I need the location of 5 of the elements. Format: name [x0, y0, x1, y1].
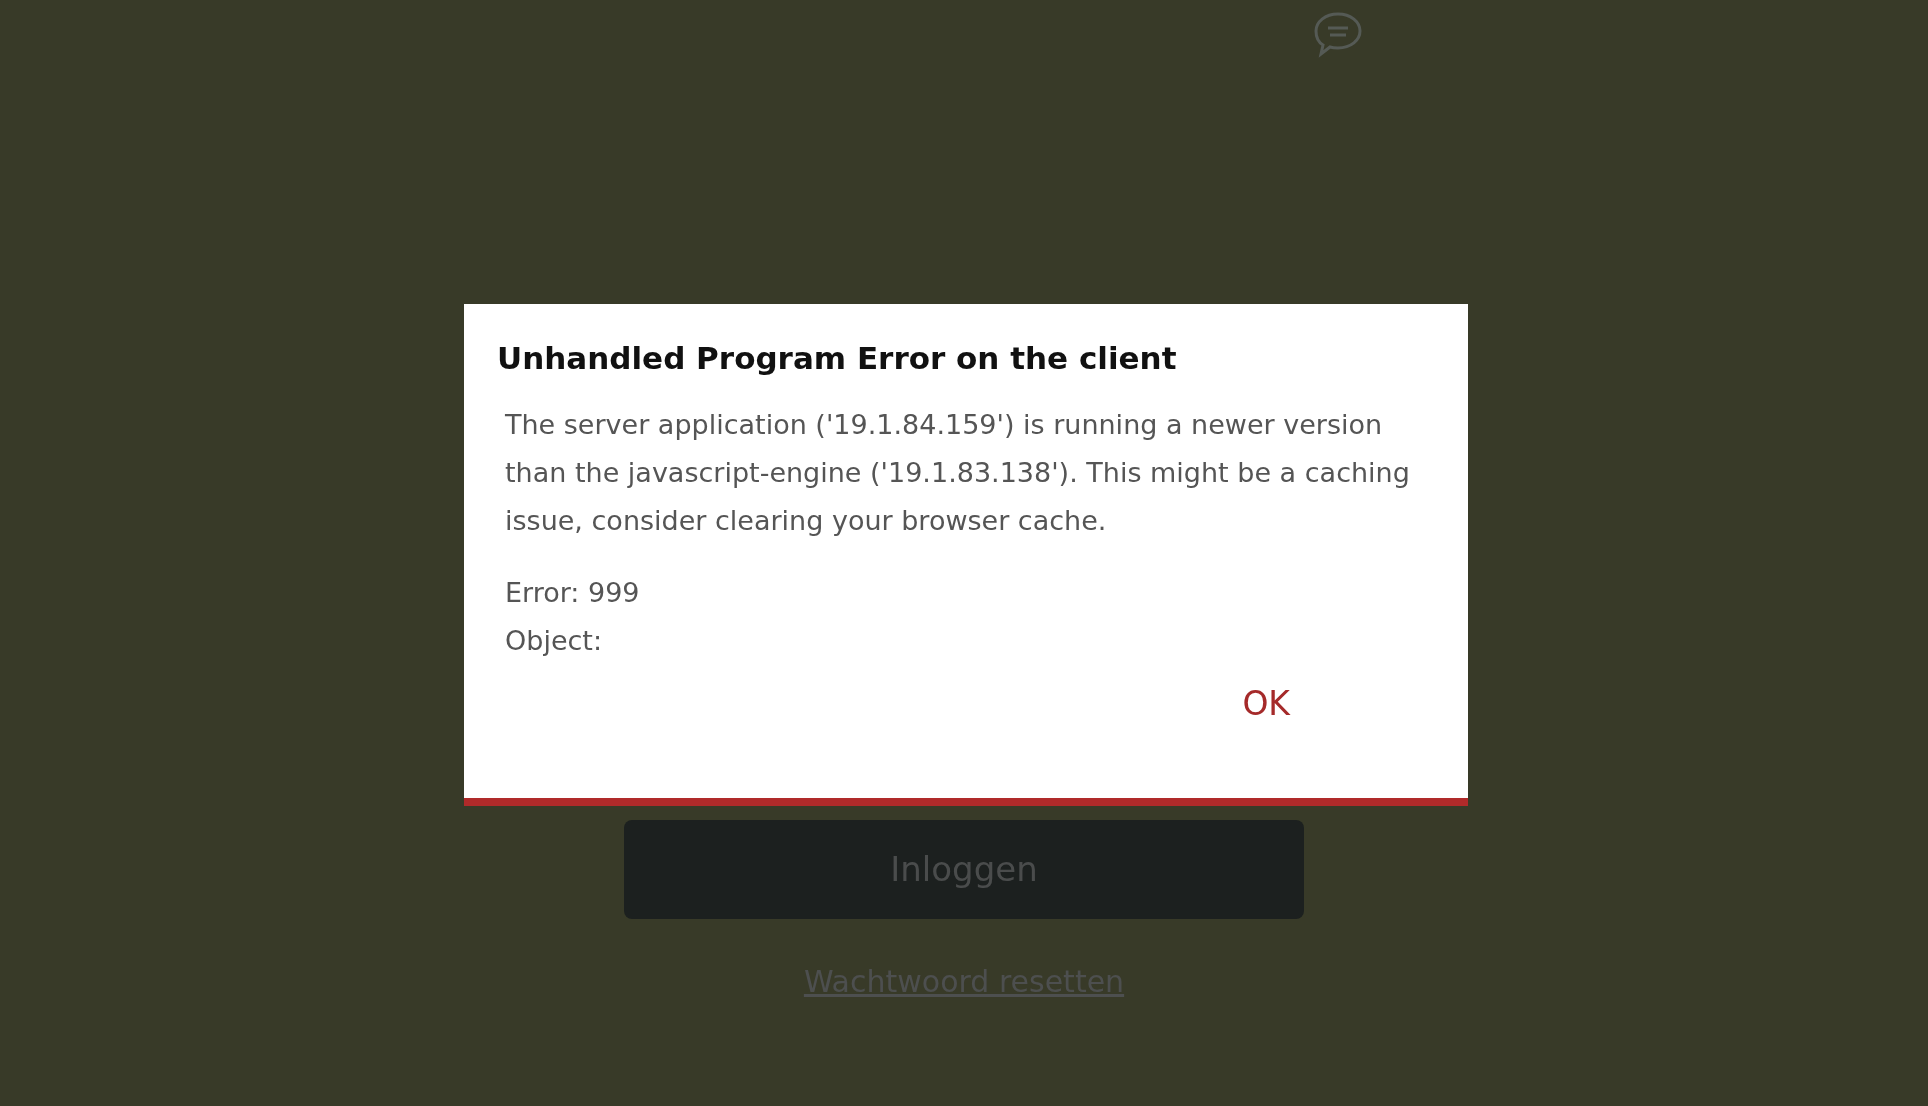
ok-button[interactable]: OK [1234, 679, 1298, 729]
dialog-title: Unhandled Program Error on the client [497, 340, 1178, 378]
error-detail: Object: [505, 624, 604, 659]
error-message: The server application ('19.1.84.159') is running a newer version than the javascript-engine ('19.1.83.138'). This might be a caching issue, consider clearing your browser cache. [505, 408, 1411, 539]
error-detail: Error: 999 [505, 576, 641, 611]
